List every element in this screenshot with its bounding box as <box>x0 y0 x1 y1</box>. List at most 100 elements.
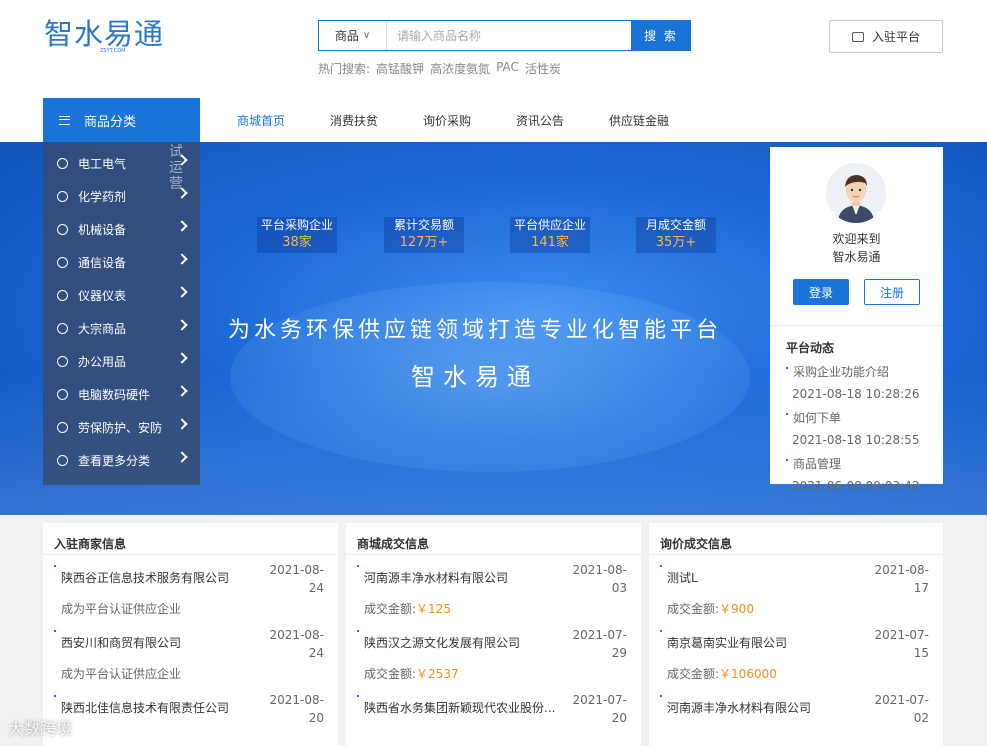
category-item[interactable]: 电脑数码硬件 <box>43 378 200 411</box>
box-icon <box>57 323 68 334</box>
list-item[interactable]: 测试L 2021-08- 17 成交金额:￥900 <box>649 555 943 620</box>
category-item[interactable]: 化学药剂 <box>43 180 200 213</box>
stat-label: 月成交金额 <box>645 218 706 232</box>
list-item[interactable]: 陕西省水务集团新颖现代农业股份... 2021-07- 20 <box>346 685 641 746</box>
item-name[interactable]: 测试L <box>667 569 698 586</box>
list-item[interactable]: 陕西汉之源文化发展有限公司 2021-07- 29 成交金额:￥2537 <box>346 620 641 685</box>
list-item[interactable]: 河南源丰净水材料有限公司 2021-08- 03 成交金额:￥125 <box>346 555 641 620</box>
list-item[interactable]: 陕西谷正信息技术服务有限公司 2021-08- 24 成为平台认证供应企业 <box>43 555 338 620</box>
hot-term[interactable]: 高锰酸钾 <box>376 60 424 77</box>
bullet <box>660 695 662 697</box>
list-item[interactable]: 西安川和商贸有限公司 2021-08- 24 成为平台认证供应企业 <box>43 620 338 685</box>
category-item-more[interactable]: 查看更多分类 <box>43 444 200 477</box>
news-date: 2021-08-18 10:28:26 <box>792 387 920 401</box>
login-button[interactable]: 登录 <box>793 279 849 305</box>
item-date: 2021-08- 24 <box>264 561 324 597</box>
news-item[interactable]: 如何下单 2021-08-18 10:28:55 <box>786 410 936 448</box>
bullet <box>357 565 359 567</box>
user-panel: 欢迎来到 智水易通 登录 注册 平台动态 采购企业功能介绍 2021-08-18… <box>770 147 943 493</box>
news-item[interactable]: 采购企业功能介绍 2021-08-18 10:28:26 <box>786 364 936 402</box>
item-date: 2021-08- 03 <box>567 561 627 597</box>
item-name[interactable]: 西安川和商贸有限公司 <box>61 634 181 651</box>
category-label: 劳保防护、安防 <box>78 421 163 435</box>
stat-label: 平台采购企业 <box>260 218 333 232</box>
item-name[interactable]: 陕西北佳信息技术有限责任公司 <box>61 699 229 716</box>
nav-item-finance[interactable]: 供应链金融 <box>609 98 669 142</box>
welcome-line2: 智水易通 <box>832 250 881 264</box>
join-platform-button[interactable]: 入驻平台 <box>829 20 943 53</box>
news-title[interactable]: 如何下单 <box>786 410 936 426</box>
nav-item-poverty[interactable]: 消费扶贫 <box>330 98 378 142</box>
category-item[interactable]: 机械设备 <box>43 213 200 246</box>
nav-item-news[interactable]: 资讯公告 <box>516 98 564 142</box>
flask-icon <box>57 191 68 202</box>
join-platform-label: 入驻平台 <box>871 30 920 44</box>
item-name[interactable]: 河南源丰净水材料有限公司 <box>364 569 508 586</box>
category-item[interactable]: 劳保防护、安防 <box>43 411 200 444</box>
item-name[interactable]: 南京葛南实业有限公司 <box>667 634 787 651</box>
item-date: 2021-08- 20 <box>264 691 324 727</box>
item-name[interactable]: 陕西汉之源文化发展有限公司 <box>364 634 520 651</box>
list-item[interactable]: 南京葛南实业有限公司 2021-07- 15 成交金额:￥106000 <box>649 620 943 685</box>
category-label: 仪器仪表 <box>78 289 127 303</box>
category-item[interactable]: 电工电气 <box>43 147 200 180</box>
search-input[interactable] <box>387 21 631 50</box>
category-item[interactable]: 仪器仪表 <box>43 279 200 312</box>
stat-value: 38家 <box>282 235 312 250</box>
item-name[interactable]: 河南源丰净水材料有限公司 <box>667 699 811 716</box>
hot-search-label: 热门搜索: <box>318 62 371 76</box>
category-item[interactable]: 办公用品 <box>43 345 200 378</box>
chevron-right-icon <box>176 187 188 199</box>
category-label: 大宗商品 <box>78 322 127 336</box>
item-date: 2021-07- 15 <box>869 626 929 662</box>
amount-value: ￥106000 <box>719 667 777 681</box>
date-part: 2021-08- <box>572 563 627 577</box>
category-item[interactable]: 大宗商品 <box>43 312 200 345</box>
gear-icon <box>57 224 68 235</box>
date-part: 2021-07- <box>572 628 627 642</box>
category-menu-header[interactable]: 商品分类 <box>43 98 200 142</box>
avatar <box>826 163 886 223</box>
hot-term[interactable]: PAC <box>496 60 519 77</box>
item-name[interactable]: 陕西谷正信息技术服务有限公司 <box>61 569 229 586</box>
stat-total-volume: 累计交易额 127万+ <box>384 217 464 253</box>
category-label: 化学药剂 <box>78 190 127 204</box>
search-button[interactable]: 搜 索 <box>631 20 691 51</box>
news-title[interactable]: 商品管理 <box>786 456 936 472</box>
mall-deal-card: 商城成交信息 河南源丰净水材料有限公司 2021-08- 03 成交金额:￥125… <box>346 523 641 746</box>
stat-suppliers: 平台供应企业 141家 <box>510 217 590 253</box>
site-header: 智水易通 ZSYT.COM 商品 ∨ 搜 索 热门搜索: 高锰酸钾 高浓度氨氮 … <box>0 0 987 142</box>
item-sub: 成交金额:￥900 <box>667 600 754 617</box>
date-part: 2021-07- <box>874 693 929 707</box>
date-part: 2021-08- <box>269 693 324 707</box>
hot-term[interactable]: 高浓度氨氮 <box>430 60 490 77</box>
chevron-right-icon <box>176 253 188 265</box>
date-part: 2021-08- <box>269 628 324 642</box>
item-date: 2021-08- 17 <box>869 561 929 597</box>
register-button[interactable]: 注册 <box>864 279 920 305</box>
item-name[interactable]: 陕西省水务集团新颖现代农业股份... <box>364 699 555 716</box>
chevron-right-icon <box>176 154 188 166</box>
date-part: 29 <box>611 646 627 660</box>
svg-text:智水易通: 智水易通 <box>44 17 164 51</box>
nav-item-home[interactable]: 商城首页 <box>237 98 285 142</box>
date-part: 2021-08- <box>874 563 929 577</box>
chevron-down-icon: ∨ <box>362 30 371 41</box>
amount-value: ￥125 <box>416 602 451 616</box>
electric-icon <box>57 158 68 169</box>
chevron-right-icon <box>176 352 188 364</box>
card-title: 商城成交信息 <box>346 523 641 555</box>
category-item[interactable]: 通信设备 <box>43 246 200 279</box>
news-item[interactable]: 商品管理 2021-06-08 09:03:42 <box>786 456 936 494</box>
bullet <box>357 695 359 697</box>
nav-item-inquiry[interactable]: 询价采购 <box>423 98 471 142</box>
inquiry-deal-card: 询价成交信息 测试L 2021-08- 17 成交金额:￥900 南京葛南实业有限… <box>649 523 943 746</box>
bullet <box>357 630 359 632</box>
list-item[interactable]: 河南源丰净水材料有限公司 2021-07- 02 <box>649 685 943 746</box>
search-category-label: 商品 <box>334 29 359 43</box>
news-title[interactable]: 采购企业功能介绍 <box>786 364 936 380</box>
site-logo[interactable]: 智水易通 ZSYT.COM <box>44 14 184 54</box>
list-item[interactable]: 陕西北佳信息技术有限责任公司 2021-08- 20 <box>43 685 338 746</box>
search-category-select[interactable]: 商品 ∨ <box>319 21 387 50</box>
hot-term[interactable]: 活性炭 <box>525 60 561 77</box>
